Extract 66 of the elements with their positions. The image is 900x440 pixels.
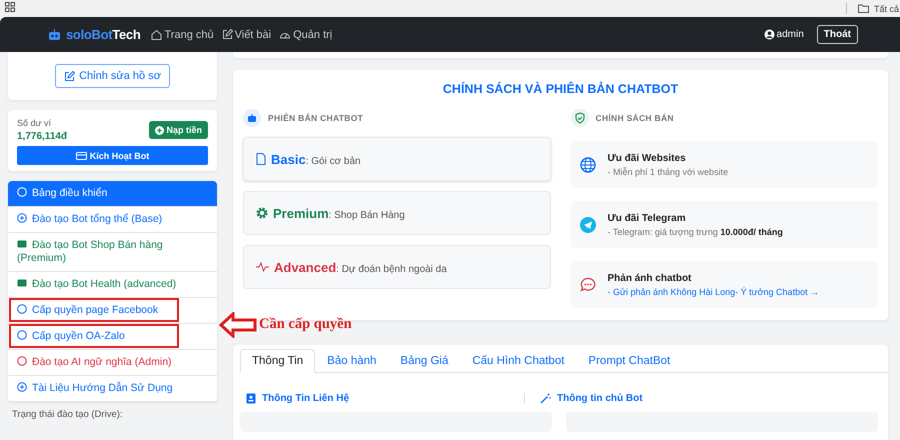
wallet-balance: 1,776,114đ <box>17 131 68 142</box>
section-title: CHÍNH SÁCH VÀ PHIÊN BẢN CHATBOT <box>442 82 680 96</box>
contact-card-icon <box>246 393 256 404</box>
tab[interactable]: Cấu Hình Chatbot <box>460 349 576 373</box>
training-status-label: Trạng thái đào tạo (Drive): <box>12 409 124 420</box>
offer-title: Phản ánh chatbot <box>608 272 692 284</box>
card-icon <box>76 152 87 160</box>
home-icon <box>151 29 162 40</box>
menu-item-icon <box>17 382 27 392</box>
apps-grid-icon[interactable] <box>5 2 15 12</box>
edit-icon <box>64 70 76 82</box>
logout-button[interactable]: Thoát <box>816 25 858 44</box>
sidebar-item[interactable]: Đào tạo AI ngữ nghĩa (Admin) <box>8 350 217 376</box>
pulse-icon <box>256 262 269 272</box>
sidebar-item[interactable]: Đào tạo Bot Shop Bán hàng (Premium) <box>8 233 217 272</box>
offer-detail: - Miễn phí 1 tháng với website <box>608 166 728 176</box>
wallet-label: Số dư ví <box>17 118 52 128</box>
send-icon <box>580 216 596 232</box>
tab[interactable]: Prompt ChatBot <box>576 349 682 373</box>
user-account[interactable]: admin <box>764 29 804 40</box>
menu-item-icon <box>17 330 27 340</box>
tab[interactable]: Thông Tin <box>240 349 316 373</box>
offer-detail: - Telegram: giá tượng trưng 10.000đ/ tháng <box>608 226 783 236</box>
bookmark-folder[interactable]: Tất cả <box>874 4 899 14</box>
offer-title: Ưu đãi Websites <box>608 152 687 164</box>
edit-profile-button[interactable]: Chỉnh sửa hồ sơ <box>55 64 170 88</box>
menu-item-icon <box>17 187 27 197</box>
shield-icon <box>570 109 588 127</box>
menu-item-icon <box>17 213 27 223</box>
annotation-label: Cần cấp quyền <box>259 316 352 333</box>
user-icon <box>764 29 775 40</box>
section-heading: Thông tin chủ Bot <box>557 393 643 404</box>
menu-item-icon <box>17 239 27 249</box>
menu-item-icon <box>17 356 27 366</box>
menu-item-icon <box>17 278 27 288</box>
feedback-link[interactable]: - Gửi phản ánh Không Hài Long- Ý tưởng Chatbot → <box>608 286 820 296</box>
version-label: Basic: Gói cơ bản <box>271 152 361 166</box>
sidebar-item[interactable]: Tài Liệu Hướng Dẫn Sử Dụng <box>8 376 217 402</box>
version-label: Advanced: Dự đoán bệnh ngoài da <box>274 260 447 274</box>
globe-icon <box>580 156 596 172</box>
nav-link[interactable]: Quản trị <box>279 28 332 40</box>
topup-button[interactable]: Nạp tiền <box>149 121 208 139</box>
magic-wand-icon <box>540 393 551 404</box>
chat-bubble-icon <box>580 276 596 292</box>
tab[interactable]: Bảo hành <box>315 349 388 373</box>
robot-icon <box>243 109 261 127</box>
robot-icon <box>48 28 61 40</box>
plus-circle-icon <box>155 126 164 134</box>
edit-icon <box>222 29 233 40</box>
version-label: Premium: Shop Bán Hàng <box>273 206 405 220</box>
tab[interactable]: Bảng Giá <box>388 349 460 373</box>
nav-link[interactable]: Viết bài <box>222 28 272 40</box>
column-heading: CHÍNH SÁCH BÁN <box>596 113 674 123</box>
nav-link[interactable]: Trang chủ <box>151 28 214 40</box>
gear-icon <box>256 207 268 219</box>
folder-icon <box>858 4 869 13</box>
sidebar-item[interactable]: Bảng điều khiển <box>8 181 217 207</box>
activate-bot-button[interactable]: Kích Hoạt Bot <box>17 146 208 165</box>
menu-item-icon <box>17 304 27 314</box>
offer-title: Ưu đãi Telegram <box>608 212 687 224</box>
document-icon <box>256 153 266 165</box>
sidebar-item[interactable]: Đào tạo Bot tổng thể (Base) <box>8 207 217 233</box>
column-heading: PHIÊN BẢN CHATBOT <box>268 113 364 123</box>
section-heading: Thông Tin Liên Hệ <box>262 393 350 404</box>
brand-logo-text[interactable]: soloBotTech <box>66 27 140 42</box>
sidebar-item[interactable]: Đào tạo Bot Health (advanced) <box>8 272 217 298</box>
